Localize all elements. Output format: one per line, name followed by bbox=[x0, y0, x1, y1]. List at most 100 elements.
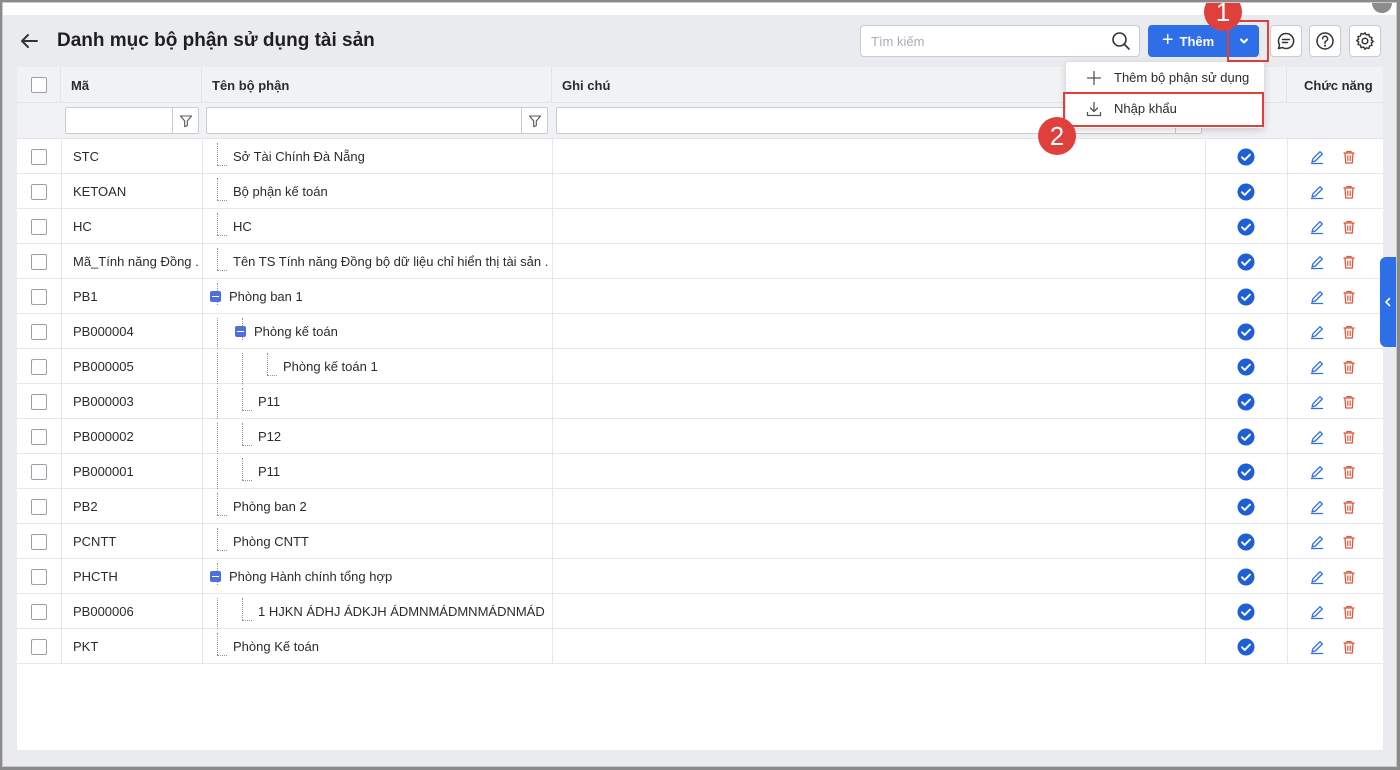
row-checkbox[interactable] bbox=[31, 638, 47, 655]
edit-icon[interactable] bbox=[1309, 219, 1325, 235]
active-check-icon bbox=[1237, 498, 1255, 516]
table-row[interactable]: PB000005 Phòng kế toán 1 bbox=[17, 349, 1383, 384]
column-header-name[interactable]: Tên bộ phận bbox=[202, 67, 552, 103]
table-row[interactable]: PB000001 P11 bbox=[17, 454, 1383, 489]
table-row[interactable]: PB2 Phòng ban 2 bbox=[17, 489, 1383, 524]
delete-icon[interactable] bbox=[1341, 429, 1357, 445]
delete-icon[interactable] bbox=[1341, 639, 1357, 655]
edit-icon[interactable] bbox=[1309, 149, 1325, 165]
gear-icon bbox=[1356, 32, 1374, 50]
row-checkbox[interactable] bbox=[31, 603, 47, 620]
row-checkbox[interactable] bbox=[31, 533, 47, 550]
side-panel-toggle[interactable] bbox=[1380, 257, 1396, 347]
edit-icon[interactable] bbox=[1309, 604, 1325, 620]
departments-table: Mã Tên bộ phận Ghi chú Chức năng STC Sở … bbox=[17, 67, 1383, 750]
row-checkbox[interactable] bbox=[31, 148, 47, 165]
delete-icon[interactable] bbox=[1341, 394, 1357, 410]
edit-icon[interactable] bbox=[1309, 324, 1325, 340]
delete-icon[interactable] bbox=[1341, 149, 1357, 165]
edit-icon[interactable] bbox=[1309, 429, 1325, 445]
row-checkbox[interactable] bbox=[31, 183, 47, 200]
menu-item-import[interactable]: Nhập khẩu bbox=[1066, 93, 1264, 124]
filter-icon[interactable] bbox=[172, 108, 198, 133]
edit-icon[interactable] bbox=[1309, 534, 1325, 550]
delete-icon[interactable] bbox=[1341, 534, 1357, 550]
row-checkbox[interactable] bbox=[31, 568, 47, 585]
add-dropdown-button[interactable] bbox=[1229, 25, 1259, 57]
delete-icon[interactable] bbox=[1341, 289, 1357, 305]
back-arrow-icon[interactable] bbox=[17, 29, 41, 53]
edit-icon[interactable] bbox=[1309, 359, 1325, 375]
tree-guide-line bbox=[217, 388, 218, 419]
row-checkbox[interactable] bbox=[31, 463, 47, 480]
table-row[interactable]: Mã_Tính năng Đồng ... Tên TS Tính năng Đồ… bbox=[17, 244, 1383, 279]
table-row[interactable]: PKT Phòng Kế toán bbox=[17, 629, 1383, 664]
collapse-toggle-icon[interactable] bbox=[235, 326, 246, 337]
edit-icon[interactable] bbox=[1309, 464, 1325, 480]
delete-icon[interactable] bbox=[1341, 359, 1357, 375]
select-all-checkbox[interactable] bbox=[30, 77, 47, 93]
filter-icon[interactable] bbox=[521, 108, 547, 133]
comment-button[interactable] bbox=[1270, 25, 1302, 57]
cell-code: STC bbox=[73, 149, 99, 164]
edit-icon[interactable] bbox=[1309, 569, 1325, 585]
filter-name-input[interactable] bbox=[206, 107, 548, 134]
edit-icon[interactable] bbox=[1309, 499, 1325, 515]
delete-icon[interactable] bbox=[1341, 219, 1357, 235]
delete-icon[interactable] bbox=[1341, 464, 1357, 480]
collapse-toggle-icon[interactable] bbox=[210, 291, 221, 302]
table-row[interactable]: HC HC bbox=[17, 209, 1383, 244]
row-checkbox[interactable] bbox=[31, 288, 47, 305]
search-icon[interactable] bbox=[1111, 31, 1131, 51]
tree-guide-line bbox=[217, 528, 218, 550]
collapse-toggle-icon[interactable] bbox=[210, 571, 221, 582]
cell-actions bbox=[1309, 174, 1369, 209]
active-check-icon bbox=[1237, 428, 1255, 446]
table-row[interactable]: PB000002 P12 bbox=[17, 419, 1383, 454]
cell-code: PB000003 bbox=[73, 394, 134, 409]
cell-status bbox=[1205, 629, 1287, 664]
delete-icon[interactable] bbox=[1341, 254, 1357, 270]
row-checkbox[interactable] bbox=[31, 323, 47, 340]
delete-icon[interactable] bbox=[1341, 324, 1357, 340]
tree-guide-line bbox=[217, 178, 218, 200]
cell-name-text: P11 bbox=[258, 464, 281, 479]
delete-icon[interactable] bbox=[1341, 184, 1357, 200]
row-checkbox[interactable] bbox=[31, 253, 47, 270]
settings-button[interactable] bbox=[1349, 25, 1381, 57]
tree-guide-line bbox=[217, 143, 218, 165]
table-row[interactable]: PB000003 P11 bbox=[17, 384, 1383, 419]
cell-note bbox=[563, 279, 1193, 314]
table-row[interactable]: PB000006 1 HJKN ÁDHJ ÁDKJH ÁDMNMÁDMNMÁDNM… bbox=[17, 594, 1383, 629]
column-header-code[interactable]: Mã bbox=[61, 67, 202, 103]
cell-actions bbox=[1309, 594, 1369, 629]
row-checkbox[interactable] bbox=[31, 393, 47, 410]
edit-icon[interactable] bbox=[1309, 254, 1325, 270]
filter-code-input[interactable] bbox=[65, 107, 199, 134]
edit-icon[interactable] bbox=[1309, 639, 1325, 655]
help-button[interactable] bbox=[1309, 25, 1341, 57]
edit-icon[interactable] bbox=[1309, 184, 1325, 200]
row-checkbox[interactable] bbox=[31, 498, 47, 515]
cell-name: P11 bbox=[258, 454, 549, 489]
table-row[interactable]: PB1 Phòng ban 1 bbox=[17, 279, 1383, 314]
cell-name: Sở Tài Chính Đà Nẵng bbox=[233, 139, 549, 174]
delete-icon[interactable] bbox=[1341, 569, 1357, 585]
cell-actions bbox=[1309, 349, 1369, 384]
row-checkbox[interactable] bbox=[31, 218, 47, 235]
delete-icon[interactable] bbox=[1341, 604, 1357, 620]
edit-icon[interactable] bbox=[1309, 289, 1325, 305]
menu-item-add-department[interactable]: Thêm bộ phận sử dụng bbox=[1066, 62, 1264, 93]
tree-guide-line bbox=[217, 550, 227, 551]
edit-icon[interactable] bbox=[1309, 394, 1325, 410]
delete-icon[interactable] bbox=[1341, 499, 1357, 515]
table-row[interactable]: PB000004 Phòng kế toán bbox=[17, 314, 1383, 349]
row-checkbox[interactable] bbox=[31, 428, 47, 445]
table-row[interactable]: PHCTH Phòng Hành chính tổng hợp bbox=[17, 559, 1383, 594]
table-row[interactable]: PCNTT Phòng CNTT bbox=[17, 524, 1383, 559]
row-checkbox[interactable] bbox=[31, 358, 47, 375]
cell-name: Tên TS Tính năng Đồng bộ dữ liệu chỉ hiể… bbox=[233, 244, 549, 279]
table-row[interactable]: STC Sở Tài Chính Đà Nẵng bbox=[17, 139, 1383, 174]
search-input[interactable] bbox=[861, 26, 1091, 56]
table-row[interactable]: KETOAN Bộ phận kế toán bbox=[17, 174, 1383, 209]
